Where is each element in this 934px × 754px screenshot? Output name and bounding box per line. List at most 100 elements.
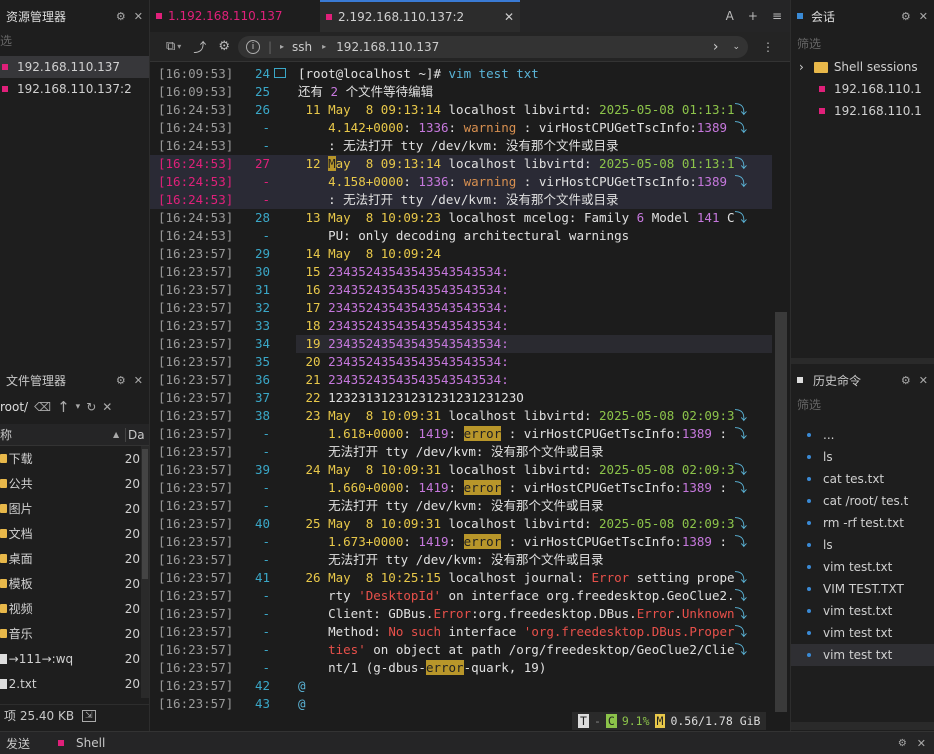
history-item[interactable]: ls <box>791 446 934 468</box>
file-scrollbar[interactable] <box>141 446 149 698</box>
file-row[interactable]: 图片 20 <box>0 496 140 521</box>
text-segment: 1336 <box>418 120 449 135</box>
line-number: - <box>262 660 270 675</box>
file-date: 20 <box>124 476 140 491</box>
font-icon[interactable]: A <box>726 9 734 23</box>
bottom-bar: 发送 Shell ⚙ ✕ <box>0 731 934 754</box>
file-row[interactable]: 文档 20 <box>0 521 140 546</box>
tree-item[interactable]: 192.168.110.1 <box>791 78 934 100</box>
chevron-down-icon[interactable]: ▾ <box>177 42 181 51</box>
close-icon[interactable]: ✕ <box>134 374 143 387</box>
terminal-line: [16:23:57] - Client: GDBus.Error:org.free… <box>150 605 772 623</box>
file-row[interactable]: 桌面 20 <box>0 546 140 571</box>
text-segment: 1389 <box>696 120 728 135</box>
settings-icon[interactable]: ⚙ <box>218 39 230 54</box>
file-row[interactable]: →111→:wq 20 <box>0 646 140 671</box>
resources-filter[interactable]: 选 <box>0 32 149 52</box>
history-item[interactable]: cat tes.txt <box>791 468 934 490</box>
tab-session-1[interactable]: 1.192.168.110.137 <box>150 0 320 32</box>
clear-icon[interactable]: ⌫ <box>34 400 51 414</box>
history-item[interactable]: vim test.txt <box>791 556 934 578</box>
timestamp: [16:23:57] <box>158 498 234 513</box>
close-icon[interactable]: ✕ <box>919 10 928 23</box>
gear-icon[interactable]: ⚙ <box>901 374 911 387</box>
tree-item[interactable]: › Shell sessions <box>791 56 934 78</box>
file-row[interactable]: 模板 20 <box>0 571 140 596</box>
refresh-icon[interactable]: ↻ <box>86 400 96 414</box>
sessions-filter[interactable]: 筛选 <box>791 32 934 56</box>
file-row[interactable]: 公共 20 <box>0 471 140 496</box>
text-segment: Error <box>591 570 630 585</box>
file-name: 模板 <box>8 577 33 591</box>
text-segment: warning <box>463 174 517 189</box>
address-bar[interactable]: i | ▸ ssh ▸ 192.168.110.137 › ⌄ <box>237 35 748 58</box>
history-item[interactable]: cat /root/ tes.t <box>791 490 934 512</box>
history-item[interactable]: vim test.txt <box>791 600 934 622</box>
upload-icon[interactable]: ⇲ <box>82 709 96 722</box>
tab-menu-icon[interactable]: ≡ <box>772 9 782 23</box>
tab-label: 1.192.168.110.137 <box>168 9 283 23</box>
info-icon[interactable]: i <box>245 39 260 54</box>
history-item[interactable]: rm -rf test.txt <box>791 512 934 534</box>
shell-tab[interactable]: Shell <box>76 736 105 750</box>
file-row[interactable]: 下载 20 <box>0 446 140 471</box>
close-icon[interactable]: ✕ <box>134 10 143 23</box>
maximize-icon[interactable]: ⚙ <box>898 738 907 749</box>
up-arrow-icon[interactable]: ↑ <box>57 398 70 416</box>
send-tab[interactable]: 发送 <box>6 735 30 752</box>
terminal[interactable]: [16:09:53] 24 [root@localhost ~]# vim test… <box>150 62 772 712</box>
history-item[interactable]: ls <box>791 534 934 556</box>
timestamp: [16:24:53] <box>158 228 234 243</box>
text-segment: 2 <box>330 84 339 99</box>
detach-icon[interactable]: ⤴ <box>193 37 206 56</box>
session-item[interactable]: 192.168.110.137:2 <box>0 78 149 100</box>
text-segment: 无法打开 tty /dev/kvm: 没有那个文件或目录 <box>298 552 604 567</box>
history-item[interactable]: vim test txt <box>791 622 934 644</box>
history-command: vim test txt <box>823 648 893 662</box>
terminal-scrollbar[interactable] <box>772 62 790 712</box>
close-tab-icon[interactable]: ✕ <box>504 10 514 24</box>
new-tab-icon[interactable]: + <box>748 9 758 23</box>
text-segment: warning <box>463 120 517 135</box>
col-date[interactable]: Da <box>125 427 145 442</box>
sort-icon: ▲ <box>113 430 120 439</box>
close-icon[interactable]: ✕ <box>102 400 112 414</box>
more-icon[interactable]: ⋮ <box>762 40 774 54</box>
history-item[interactable]: ... <box>791 424 934 446</box>
timestamp: [16:24:53] <box>158 120 234 135</box>
line-number: 32 <box>254 300 270 315</box>
close-icon[interactable]: ✕ <box>917 737 926 750</box>
terminal-line: [16:23:57] 34 19 23435243543543543543534: <box>150 335 772 353</box>
timestamp: [16:23:57] <box>158 606 234 621</box>
terminal-line: [16:23:57] 32 17 23435243543543543543534: <box>150 299 772 317</box>
file-row[interactable]: 视频 20 <box>0 596 140 621</box>
text-segment: : <box>711 480 735 495</box>
arrow-icon: ▸ <box>322 42 327 51</box>
close-icon[interactable]: ✕ <box>919 374 928 387</box>
forward-icon[interactable]: › <box>713 39 719 55</box>
history-item[interactable]: VIM TEST.TXT <box>791 578 934 600</box>
gear-icon[interactable]: ⚙ <box>116 374 126 387</box>
file-row[interactable]: 音乐 20 <box>0 621 140 646</box>
chevron-right-icon[interactable]: › <box>799 60 804 74</box>
new-window-icon[interactable]: ⧉ <box>166 39 175 54</box>
chevron-down-icon[interactable]: ▾ <box>76 402 81 412</box>
col-name[interactable]: 称 <box>0 426 113 443</box>
chevron-down-icon[interactable]: ⌄ <box>732 42 740 52</box>
line-number: 33 <box>254 318 270 333</box>
timestamp: [16:23:57] <box>158 408 234 423</box>
gear-icon[interactable]: ⚙ <box>901 10 911 23</box>
history-item[interactable]: vim test txt <box>791 644 934 666</box>
history-command: ls <box>823 538 833 552</box>
session-tree: › Shell sessions 192.168.110.1 192.168.110.… <box>791 56 934 122</box>
splitter[interactable] <box>791 358 934 364</box>
tab-session-2[interactable]: 2.192.168.110.137:2 ✕ <box>320 0 520 32</box>
history-filter[interactable]: 筛选 <box>797 396 821 413</box>
tree-item[interactable]: 192.168.110.1 <box>791 100 934 122</box>
path-input[interactable]: root/ <box>0 400 28 414</box>
file-row[interactable]: 2.txt 20 <box>0 671 140 696</box>
gear-icon[interactable]: ⚙ <box>116 10 126 23</box>
folder-icon <box>0 629 7 638</box>
session-item[interactable]: 192.168.110.137 <box>0 56 149 78</box>
history-hscroll[interactable] <box>791 722 934 730</box>
